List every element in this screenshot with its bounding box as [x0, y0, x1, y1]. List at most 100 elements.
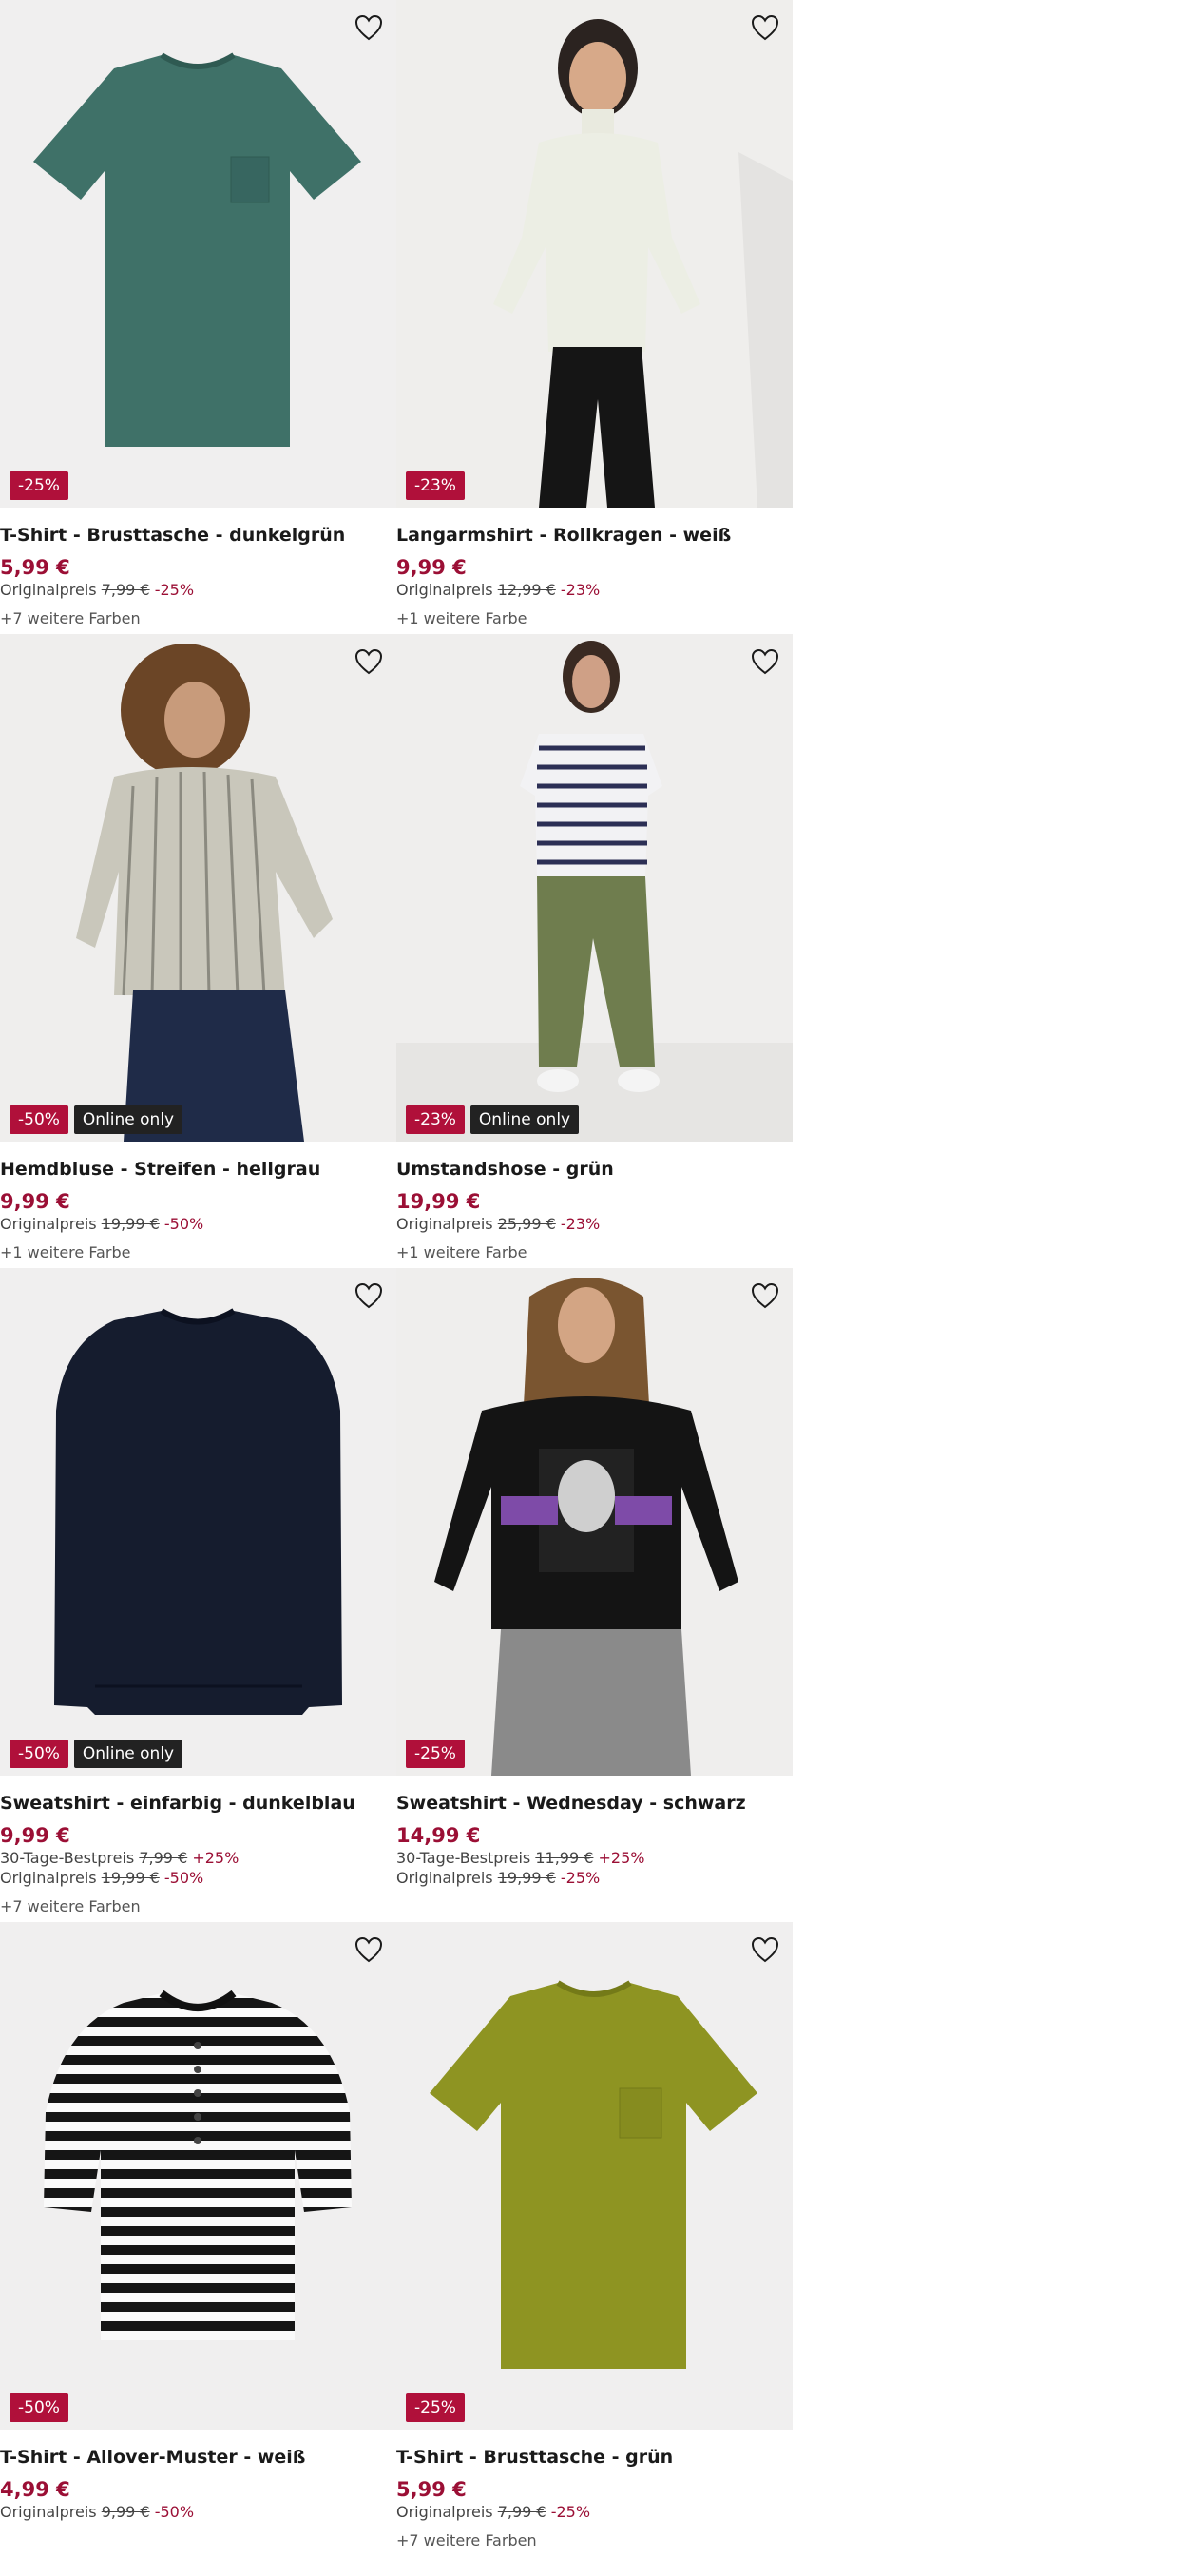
original-price-line: Originalpreis 25,99 € -23%	[396, 1214, 793, 1234]
more-colors-text[interactable]: +1 weitere Farbe	[0, 1242, 396, 1262]
product-price: 5,99 €	[396, 2478, 467, 2501]
badges: -25%	[406, 1740, 465, 1768]
more-colors-text[interactable]: +1 weitere Farbe	[396, 608, 793, 628]
product-image[interactable]: -25%	[0, 0, 396, 508]
wishlist-heart-icon[interactable]	[749, 11, 781, 44]
model-white-turtleneck-image	[396, 0, 793, 508]
badges: -50%	[10, 2393, 68, 2422]
product-image[interactable]: -23%	[396, 0, 793, 508]
original-price-line: Originalpreis 9,99 € -50%	[0, 2502, 396, 2522]
price-label: 30-Tage-Bestpreis	[396, 1849, 531, 1867]
wishlist-heart-icon[interactable]	[353, 1933, 385, 1966]
product-price: 14,99 €	[396, 1824, 481, 1847]
online-only-badge: Online only	[73, 1105, 183, 1134]
price-label: Originalpreis	[0, 1869, 97, 1887]
model-striped-blouse-image	[0, 634, 396, 1142]
price-percent: -50%	[163, 1215, 204, 1233]
product-info: Umstandshose - grün 19,99 € Originalprei…	[396, 1158, 793, 1262]
product-price: 4,99 €	[0, 2478, 70, 2501]
old-price: 19,99 €	[497, 1869, 556, 1887]
product-title[interactable]: T-Shirt - Brusttasche - dunkelgrün	[0, 524, 396, 547]
product-price: 9,99 €	[0, 1824, 70, 1847]
discount-badge: -25%	[406, 1740, 465, 1768]
product-title[interactable]: Langarmshirt - Rollkragen - weiß	[396, 524, 793, 547]
discount-badge: -23%	[406, 471, 465, 500]
wishlist-heart-icon[interactable]	[353, 645, 385, 678]
product-image[interactable]: -25%	[396, 1268, 793, 1776]
price-percent: +25%	[192, 1849, 240, 1867]
badges: -25%	[10, 471, 68, 500]
price-label: Originalpreis	[0, 2503, 97, 2521]
discount-badge: -25%	[406, 2393, 465, 2422]
product-image[interactable]: -25%	[396, 1922, 793, 2430]
price-percent: -50%	[154, 2503, 195, 2521]
old-price: 25,99 €	[497, 1215, 556, 1233]
wishlist-heart-icon[interactable]	[353, 11, 385, 44]
original-price-line: Originalpreis 19,99 € -25%	[396, 1868, 793, 1888]
product-image[interactable]: -50% Online only	[0, 1268, 396, 1776]
online-only-badge: Online only	[73, 1740, 183, 1768]
badges: -25%	[406, 2393, 465, 2422]
price-label: Originalpreis	[396, 1215, 493, 1233]
product-image[interactable]: -23% Online only	[396, 634, 793, 1142]
product-image[interactable]: -50%	[0, 1922, 396, 2430]
old-price: 9,99 €	[101, 2503, 150, 2521]
product-info: Hemdbluse - Streifen - hellgrau 9,99 € O…	[0, 1158, 396, 1262]
price-label: Originalpreis	[0, 581, 97, 599]
price-percent: -23%	[560, 581, 601, 599]
price-percent: -25%	[154, 581, 195, 599]
online-only-badge: Online only	[469, 1105, 580, 1134]
discount-badge: -50%	[10, 1740, 68, 1768]
original-price-line: Originalpreis 7,99 € -25%	[396, 2502, 793, 2522]
discount-badge: -50%	[10, 2393, 68, 2422]
price-label: Originalpreis	[396, 1869, 493, 1887]
badges: -50% Online only	[10, 1105, 183, 1134]
product-price: 9,99 €	[396, 556, 467, 579]
tshirt-dark-green-image	[33, 52, 361, 447]
product-title[interactable]: Umstandshose - grün	[396, 1158, 793, 1181]
price-label: Originalpreis	[0, 1215, 97, 1233]
product-image[interactable]: -50% Online only	[0, 634, 396, 1142]
more-colors-text[interactable]: +7 weitere Farben	[396, 2530, 793, 2550]
best-price-line: 30-Tage-Bestpreis 11,99 € +25%	[396, 1848, 793, 1868]
price-label: Originalpreis	[396, 581, 493, 599]
product-price: 19,99 €	[396, 1190, 481, 1213]
product-price: 9,99 €	[0, 1190, 70, 1213]
old-price: 19,99 €	[101, 1215, 160, 1233]
original-price-line: Originalpreis 19,99 € -50%	[0, 1868, 396, 1888]
price-percent: -25%	[550, 2503, 591, 2521]
wishlist-heart-icon[interactable]	[749, 645, 781, 678]
product-title[interactable]: T-Shirt - Brusttasche - grün	[396, 2446, 793, 2469]
more-colors-text[interactable]: +1 weitere Farbe	[396, 1242, 793, 1262]
best-price-line: 30-Tage-Bestpreis 7,99 € +25%	[0, 1848, 396, 1868]
product-title[interactable]: T-Shirt - Allover-Muster - weiß	[0, 2446, 396, 2469]
old-price: 7,99 €	[139, 1849, 188, 1867]
original-price-line: Originalpreis 12,99 € -23%	[396, 580, 793, 600]
badges: -50% Online only	[10, 1740, 183, 1768]
old-price: 7,99 €	[497, 2503, 546, 2521]
wishlist-heart-icon[interactable]	[749, 1933, 781, 1966]
product-title[interactable]: Sweatshirt - einfarbig - dunkelblau	[0, 1792, 396, 1815]
price-percent: -50%	[163, 1869, 204, 1887]
product-info: T-Shirt - Brusttasche - grün 5,99 € Orig…	[396, 2446, 793, 2550]
product-title[interactable]: Sweatshirt - Wednesday - schwarz	[396, 1792, 793, 1815]
badges: -23% Online only	[406, 1105, 580, 1134]
product-info: Sweatshirt - einfarbig - dunkelblau 9,99…	[0, 1792, 396, 1916]
product-info: Sweatshirt - Wednesday - schwarz 14,99 €…	[396, 1792, 793, 1888]
price-percent: -23%	[560, 1215, 601, 1233]
old-price: 11,99 €	[535, 1849, 594, 1867]
old-price: 12,99 €	[497, 581, 556, 599]
price-percent: +25%	[598, 1849, 645, 1867]
wishlist-heart-icon[interactable]	[749, 1279, 781, 1312]
product-title[interactable]: Hemdbluse - Streifen - hellgrau	[0, 1158, 396, 1181]
model-green-maternity-pants-image	[396, 634, 793, 1142]
model-wednesday-sweatshirt-image	[396, 1268, 793, 1776]
badges: -23%	[406, 471, 465, 500]
more-colors-text[interactable]: +7 weitere Farben	[0, 1896, 396, 1916]
wishlist-heart-icon[interactable]	[353, 1279, 385, 1312]
discount-badge: -23%	[406, 1105, 465, 1134]
product-info: T-Shirt - Allover-Muster - weiß 4,99 € O…	[0, 2446, 396, 2522]
product-price: 5,99 €	[0, 556, 70, 579]
more-colors-text[interactable]: +7 weitere Farben	[0, 608, 396, 628]
discount-badge: -50%	[10, 1105, 68, 1134]
